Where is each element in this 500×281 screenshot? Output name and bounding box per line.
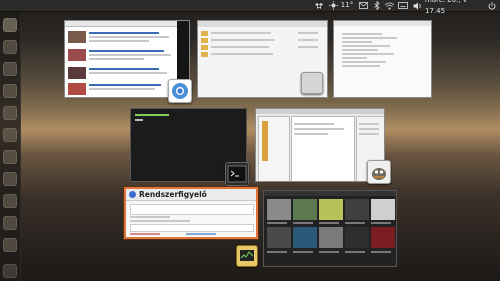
- keyboard-layout-icon[interactable]: [397, 0, 409, 11]
- system-monitor-app-icon: [129, 191, 136, 198]
- dash-icon[interactable]: [3, 18, 17, 32]
- software-center-icon[interactable]: [3, 150, 17, 164]
- mail-icon[interactable]: [358, 0, 368, 11]
- temperature-label[interactable]: 11°: [340, 0, 354, 11]
- launcher: [0, 12, 21, 281]
- system-monitor-icon: [236, 245, 258, 267]
- settings-icon[interactable]: [3, 194, 17, 208]
- file-manager-icon: [301, 72, 323, 94]
- top-panel: 11° márc. 20., v 17.45: [0, 0, 500, 15]
- article-thumbnail: [68, 49, 86, 61]
- terminal-icon[interactable]: [3, 128, 17, 142]
- clock-label[interactable]: márc. 20., v 17.45: [425, 0, 481, 15]
- window-text-editor[interactable]: [333, 20, 432, 98]
- office-icon[interactable]: [3, 84, 17, 98]
- file-manager-toolbar: [198, 21, 327, 27]
- window-gimp[interactable]: [255, 108, 385, 182]
- power-icon[interactable]: [487, 0, 497, 11]
- network-icon[interactable]: [384, 0, 394, 11]
- window-system-monitor[interactable]: Rendszerfigyelő: [124, 187, 258, 239]
- memory-graph: [130, 224, 254, 232]
- editor-toolbar: [334, 21, 431, 26]
- chromium-icon: [168, 79, 192, 103]
- window-title: Rendszerfigyelő: [139, 190, 207, 199]
- trash-icon[interactable]: [3, 264, 17, 278]
- bluetooth-icon[interactable]: [372, 0, 382, 11]
- browser-toolbar: [65, 21, 189, 27]
- system-monitor-titlebar: Rendszerfigyelő: [126, 189, 256, 201]
- article-thumbnail: [68, 83, 86, 95]
- canvas-area: [291, 116, 355, 181]
- dropbox-icon[interactable]: [314, 0, 324, 11]
- cpu-graph: [130, 204, 254, 215]
- monitor-icon[interactable]: [3, 216, 17, 230]
- window-music-player[interactable]: [263, 190, 397, 267]
- image-viewer-icon[interactable]: [3, 172, 17, 186]
- article-thumbnail: [68, 67, 86, 79]
- browser-icon[interactable]: [3, 62, 17, 76]
- article-thumbnail: [68, 31, 86, 43]
- text-editor-icon[interactable]: [3, 106, 17, 120]
- files-icon[interactable]: [3, 40, 17, 54]
- gimp-icon: [367, 160, 391, 184]
- workspaces-icon[interactable]: [3, 238, 17, 252]
- weather-icon[interactable]: [328, 0, 338, 11]
- terminal-icon: [225, 162, 249, 186]
- volume-icon[interactable]: [412, 0, 422, 11]
